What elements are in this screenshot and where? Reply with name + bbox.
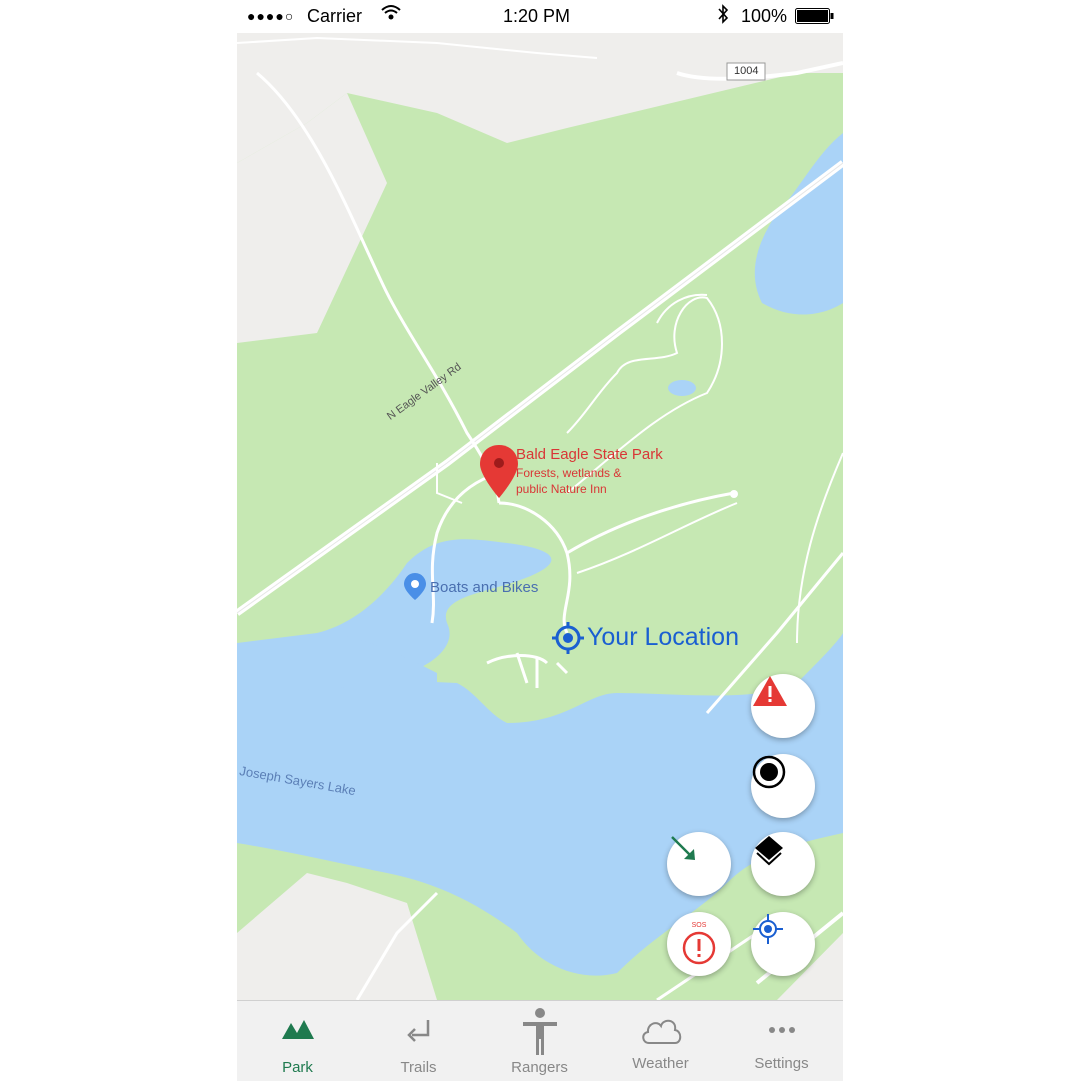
bluetooth-icon [717,4,729,29]
wifi-icon [381,4,401,27]
map-view[interactable]: 1004 N Eagle Valley Rd Bald Eagle State … [237,33,843,1000]
clock: 1:20 PM [503,6,571,26]
road-number-badge: 1004 [734,65,759,77]
your-location-label: Your Location [587,623,739,651]
tab-settings[interactable]: Settings [721,1001,842,1081]
arrow-icon [671,836,695,860]
poi-title[interactable]: Bald Eagle State Park [516,446,663,463]
person-icon [522,1008,557,1055]
poi-description-line-1: Forests, wetlands & [516,466,622,480]
tab-label: Weather [632,1055,689,1072]
report-hazard-button[interactable] [751,674,815,738]
tab-park[interactable]: Park [237,1001,358,1081]
cloud-icon [641,1019,681,1044]
record-button[interactable] [751,754,815,818]
battery-icon [795,8,835,29]
status-bar: ●●●●○ Carrier 1:20 PM 100% [237,0,843,34]
carrier-label: Carrier [307,6,363,26]
layers-icon [755,836,783,866]
sos-icon: SOS [679,922,719,966]
crosshair-icon [753,914,783,944]
mountain-icon [281,1020,314,1039]
hazard-icon [753,676,787,706]
tab-bar: Park Trails Rangers Weather Settings [237,1000,843,1081]
tab-label: Park [282,1059,313,1076]
tab-rangers[interactable]: Rangers [479,1001,600,1081]
sos-button[interactable]: SOS [667,912,731,976]
tab-label: Rangers [511,1059,568,1076]
signal-strength-icon: ●●●●○ [247,8,295,24]
center-location-button[interactable] [751,912,815,976]
tab-label: Settings [754,1055,809,1072]
battery-percent: 100% [741,6,788,26]
layers-button[interactable] [751,832,815,896]
tab-label: Trails [400,1059,437,1076]
return-arrow-icon [406,1020,429,1042]
tab-weather[interactable]: Weather [600,1001,721,1081]
more-icon [768,1027,795,1033]
boats-and-bikes-label[interactable]: Boats and Bikes [430,579,538,596]
tab-trails[interactable]: Trails [358,1001,479,1081]
sos-text: SOS [691,922,707,929]
direction-button[interactable] [667,832,731,896]
poi-description-line-2: public Nature Inn [516,482,607,496]
record-icon [752,755,786,789]
